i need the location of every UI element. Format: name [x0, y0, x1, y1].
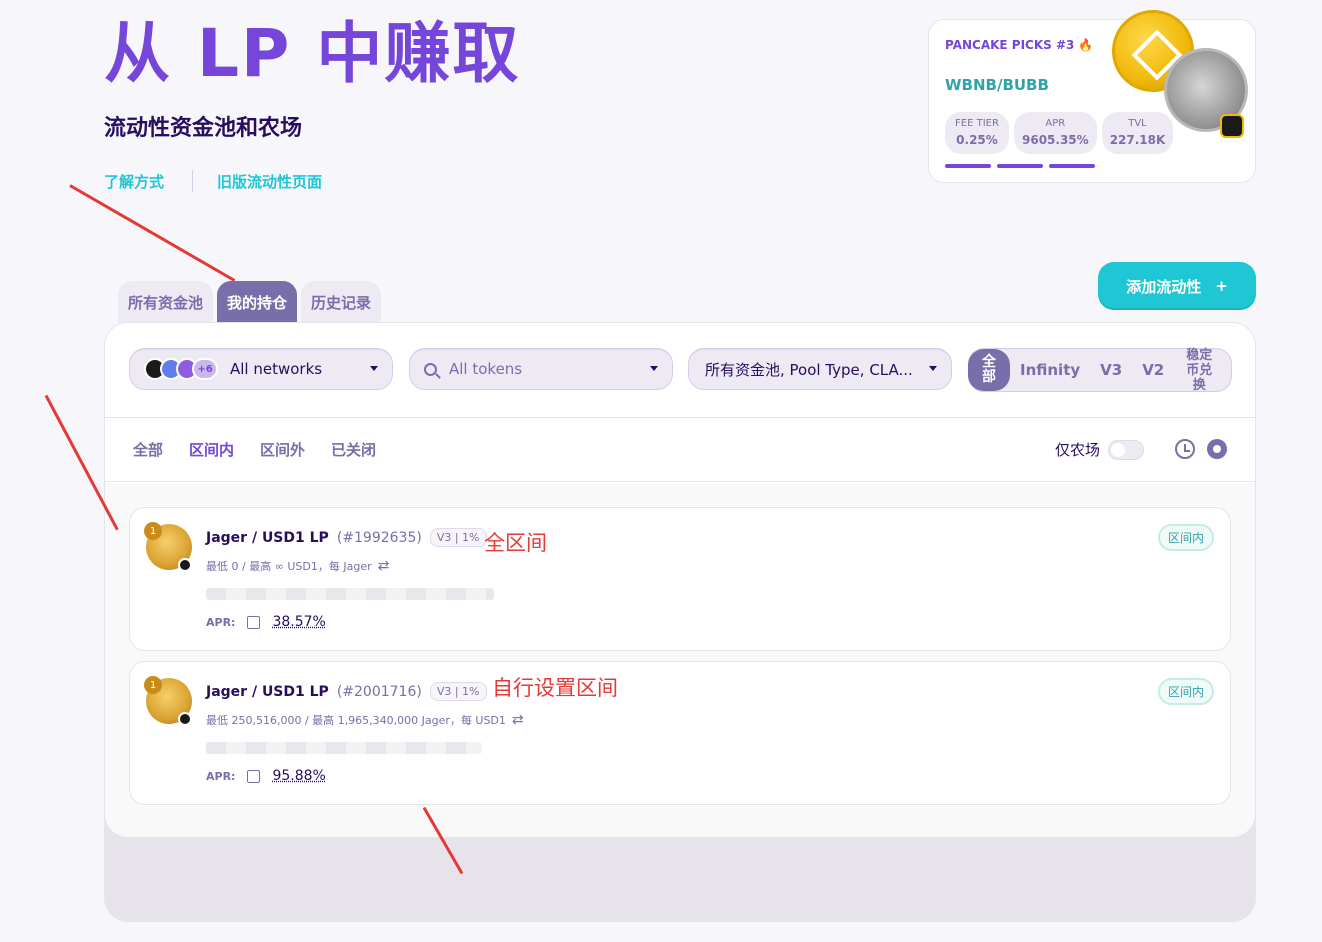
- apr-row: APR: 95.88%: [206, 768, 326, 784]
- chevron-down-icon: [370, 366, 378, 371]
- calculator-icon[interactable]: [247, 615, 261, 629]
- network-select-label: All networks: [230, 360, 323, 378]
- position-title: Jager / USD1 LP (#2001716) V3 | 1%: [206, 682, 487, 701]
- pool-type-select[interactable]: 所有资金池, Pool Type, CLA...: [688, 348, 952, 390]
- filter-all[interactable]: 全部: [133, 439, 163, 460]
- filter-in-range[interactable]: 区间内: [189, 439, 234, 460]
- chain-badge-icon: [1220, 114, 1244, 138]
- jager-token-icon: 1: [144, 522, 192, 572]
- page-subtitle: 流动性资金池和农场: [104, 116, 303, 141]
- picks-pair: WBNB/BUBB: [945, 76, 1049, 94]
- apr-label: APR:: [206, 615, 236, 629]
- position-pair: Jager / USD1 LP: [206, 529, 329, 546]
- farm-only-label: 仅农场: [1055, 441, 1101, 459]
- swap-direction-icon[interactable]: ⇄: [378, 558, 390, 574]
- position-card[interactable]: 1 Jager / USD1 LP (#1992635) V3 | 1% 最低 …: [129, 507, 1231, 651]
- version-infinity[interactable]: Infinity: [1020, 361, 1080, 379]
- position-card[interactable]: 1 Jager / USD1 LP (#2001716) V3 | 1% 最低 …: [129, 661, 1231, 805]
- picks-stats: FEE TIER 0.25% APR 9605.35% TVL 227.18K: [945, 112, 1174, 154]
- price-range-text: 最低 0 / 最高 ∞ USD1，每 Jager: [206, 560, 372, 573]
- swap-direction-icon[interactable]: ⇄: [512, 712, 524, 728]
- calculator-icon[interactable]: [247, 769, 261, 783]
- price-range: 最低 0 / 最高 ∞ USD1，每 Jager ⇄: [206, 558, 389, 574]
- position-tag: V3 | 1%: [429, 528, 487, 547]
- fee-tier-stat: FEE TIER 0.25%: [945, 112, 1009, 154]
- chain-badge-icon: [178, 558, 192, 572]
- hero-links: 了解方式 旧版流动性页面: [104, 170, 322, 192]
- position-id: (#1992635): [336, 529, 422, 546]
- fire-icon: 🔥: [1078, 38, 1094, 52]
- network-icons: +6: [144, 358, 218, 380]
- jager-token-icon: 1: [144, 676, 192, 726]
- divider: [105, 417, 1255, 418]
- apr-stat: APR 9605.35%: [1014, 112, 1097, 154]
- tab-history[interactable]: 历史记录: [301, 281, 382, 323]
- page-title: 从 LP 中赚取: [104, 15, 521, 92]
- redacted-amount: [206, 588, 494, 600]
- annotation-arrow: [69, 184, 236, 282]
- tvl-stat: TVL 227.18K: [1101, 112, 1174, 154]
- price-range-text: 最低 250,516,000 / 最高 1,965,340,000 Jager，…: [206, 714, 506, 727]
- farm-only-toggle[interactable]: [1108, 439, 1145, 460]
- status-badge: 区间内: [1157, 678, 1214, 705]
- carousel-indicator[interactable]: [945, 164, 1095, 168]
- apr-value[interactable]: 95.88%: [272, 768, 325, 784]
- more-networks-badge: +6: [192, 358, 218, 380]
- tab-all-pools[interactable]: 所有资金池: [118, 281, 214, 323]
- apr-label: APR:: [206, 769, 236, 783]
- learn-how-link[interactable]: 了解方式: [104, 171, 164, 192]
- gear-icon[interactable]: [1207, 439, 1227, 459]
- chevron-down-icon: [650, 366, 658, 371]
- legacy-liquidity-link[interactable]: 旧版流动性页面: [217, 171, 322, 192]
- tab-my-positions[interactable]: 我的持仓: [217, 281, 298, 323]
- rank-badge: 1: [144, 676, 162, 694]
- apr-row: APR: 38.57%: [206, 614, 326, 630]
- filter-closed[interactable]: 已关闭: [331, 439, 376, 460]
- position-id: (#2001716): [336, 683, 422, 700]
- version-v3[interactable]: V3: [1100, 361, 1122, 379]
- chevron-down-icon: [929, 366, 937, 371]
- picks-heading: PANCAKE PICKS #3 🔥: [945, 38, 1094, 52]
- positions-panel: +6 All networks All tokens 所有资金池, Pool T…: [104, 322, 1256, 838]
- chain-badge-icon: [178, 712, 192, 726]
- apr-value[interactable]: 38.57%: [272, 614, 325, 630]
- version-stableswap[interactable]: 稳定币兑换: [1182, 348, 1216, 393]
- version-toggle: 全部 Infinity V3 V2 稳定币兑换: [968, 348, 1232, 393]
- add-liquidity-button[interactable]: 添加流动性 +: [1098, 262, 1256, 310]
- version-all[interactable]: 全部: [968, 349, 1010, 391]
- rank-badge: 1: [144, 522, 162, 540]
- token-search[interactable]: All tokens: [409, 348, 673, 390]
- position-pair: Jager / USD1 LP: [206, 683, 329, 700]
- annotation-custom-range: 自行设置区间: [492, 676, 618, 700]
- position-tag: V3 | 1%: [429, 682, 487, 701]
- annotation-full-range: 全区间: [484, 531, 547, 555]
- filter-out-of-range[interactable]: 区间外: [260, 439, 305, 460]
- history-icon[interactable]: [1175, 439, 1195, 459]
- farm-only-control: 仅农场: [1055, 439, 1145, 460]
- token-search-placeholder: All tokens: [449, 360, 523, 378]
- price-range: 最低 250,516,000 / 最高 1,965,340,000 Jager，…: [206, 712, 524, 728]
- link-divider: [192, 170, 194, 192]
- search-icon: [424, 362, 437, 376]
- network-select[interactable]: +6 All networks: [129, 348, 393, 390]
- position-title: Jager / USD1 LP (#1992635) V3 | 1%: [206, 528, 487, 547]
- position-tabs: 所有资金池 我的持仓 历史记录: [118, 281, 382, 323]
- divider: [105, 481, 1255, 482]
- pool-type-label: 所有资金池, Pool Type, CLA...: [705, 360, 913, 379]
- plus-icon: +: [1215, 277, 1228, 295]
- redacted-amount: [206, 742, 482, 754]
- version-v2[interactable]: V2: [1142, 361, 1164, 379]
- status-filters: 全部 区间内 区间外 已关闭: [133, 439, 376, 460]
- status-badge: 区间内: [1157, 524, 1214, 551]
